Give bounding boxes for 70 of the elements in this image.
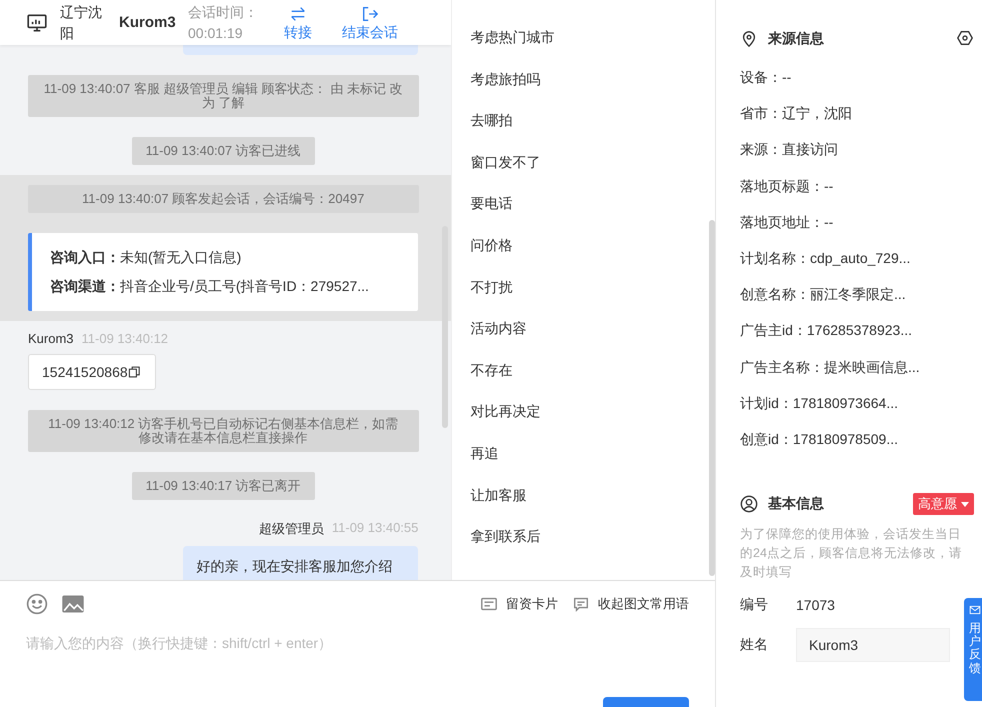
section-title: 来源信息 xyxy=(768,30,824,48)
quick-phrase[interactable]: 再追 xyxy=(452,436,516,479)
quick-phrase[interactable]: 不打扰 xyxy=(452,270,530,312)
swap-icon xyxy=(289,4,307,22)
quick-phrase[interactable]: 考虑旅拍吗 xyxy=(452,62,558,104)
end-session-button[interactable]: 结束会话 xyxy=(342,4,398,40)
emoji-icon xyxy=(26,593,48,615)
mail-icon xyxy=(969,604,981,616)
message-time: 11-09 13:40:12 xyxy=(82,331,168,346)
quick-phrase[interactable]: 窗口发不了 xyxy=(452,146,558,188)
info-row: 来源：直接访问 xyxy=(740,141,838,158)
system-notice: 11-09 13:40:07 客服 超级管理员 编辑 顾客状态： 由 未标记 改为 了解 xyxy=(28,75,419,117)
quick-phrase[interactable]: 考虑热门城市 xyxy=(452,21,572,63)
quick-phrase[interactable]: 不存在 xyxy=(452,354,530,396)
collapse-phrases-button[interactable]: 收起图文常用语 xyxy=(572,595,689,613)
intent-tag[interactable]: 高意愿 xyxy=(913,493,974,516)
lead-card-button[interactable]: 留资卡片 xyxy=(480,595,558,613)
field-label: 编号 xyxy=(740,596,769,614)
comment-icon xyxy=(572,595,590,613)
field-label: 姓名 xyxy=(740,636,769,654)
exit-icon xyxy=(361,4,379,22)
quick-phrase[interactable]: 去哪拍 xyxy=(452,104,530,146)
info-row: 创意名称：丽江冬季限定... xyxy=(740,286,906,302)
quick-phrase[interactable]: 问价格 xyxy=(452,228,530,271)
notice-text: 为了保障您的使用体验，会话发生当日的24点之后，顾客信息将无法修改，请及时填写 xyxy=(740,526,963,582)
quick-phrase[interactable]: 拿到联系后 xyxy=(452,520,558,562)
settings-icon xyxy=(956,28,974,46)
info-label: 咨询渠道： xyxy=(50,278,120,294)
user-circle-icon xyxy=(740,495,758,514)
scrollbar[interactable] xyxy=(709,220,715,576)
location-pin-icon xyxy=(740,30,758,48)
message-text: 15241520868 xyxy=(42,364,128,380)
info-value: 抖音企业号/员工号(抖音号ID：279527... xyxy=(120,278,369,294)
info-label: 咨询入口： xyxy=(50,249,120,265)
copy-icon xyxy=(128,365,142,379)
sender-name: Kurom3 xyxy=(28,331,74,346)
quick-phrase[interactable]: 活动内容 xyxy=(452,312,544,354)
system-notice: 11-09 13:40:07 顾客发起会话，会话编号：20497 xyxy=(28,185,419,213)
info-row: 广告主id：176285378923... xyxy=(740,322,912,338)
info-row: 计划id：178180973664... xyxy=(740,394,898,411)
info-row: 落地页地址：-- xyxy=(740,214,834,230)
info-row: 计划名称：cdp_auto_729... xyxy=(740,250,910,266)
caret-icon xyxy=(961,502,969,507)
info-row: 落地页标题：-- xyxy=(740,178,834,194)
info-row: 省市：辽宁，沈阳 xyxy=(740,105,852,122)
name-field[interactable]: Kurom3 xyxy=(796,628,950,662)
sender-name: 超级管理员 xyxy=(258,520,324,538)
system-notice: 11-09 13:40:12 访客手机号已自动标记右侧基本信息栏，如需修改请在基本信息栏直接操作 xyxy=(28,410,419,452)
transfer-button[interactable]: 转接 xyxy=(284,4,312,40)
message-bubble: 好的亲，现在安排客服加您介绍 xyxy=(183,546,418,580)
section-title: 基本信息 xyxy=(768,495,824,514)
info-value: 未知(暂无入口信息) xyxy=(120,249,242,265)
visitor-location: 辽宁沈阳 xyxy=(60,2,103,42)
quick-phrase[interactable]: 对比再决定 xyxy=(452,395,558,437)
quick-phrase[interactable]: 要电话 xyxy=(452,187,530,229)
field-value: 17073 xyxy=(796,597,835,614)
quick-phrase[interactable]: 让加客服 xyxy=(452,478,544,520)
system-notice: 11-09 13:40:17 访客已离开 xyxy=(132,472,315,500)
visitor-name: Kurom3 xyxy=(119,14,177,31)
info-row: 创意id：178180978509... xyxy=(740,430,898,447)
feedback-tab[interactable]: 用户反馈 xyxy=(964,598,982,701)
info-row: 设备：-- xyxy=(740,69,792,85)
info-row: 广告主名称：提米映画信息... xyxy=(740,358,920,374)
scrollbar[interactable] xyxy=(442,226,448,428)
card-icon xyxy=(480,595,498,613)
monitor-icon xyxy=(26,12,48,34)
image-icon xyxy=(62,593,84,615)
system-notice: 11-09 13:40:07 访客已进线 xyxy=(132,137,315,165)
session-timer: 会话时间： 00:01:19 xyxy=(188,2,259,42)
message-time: 11-09 13:40:55 xyxy=(332,520,418,537)
